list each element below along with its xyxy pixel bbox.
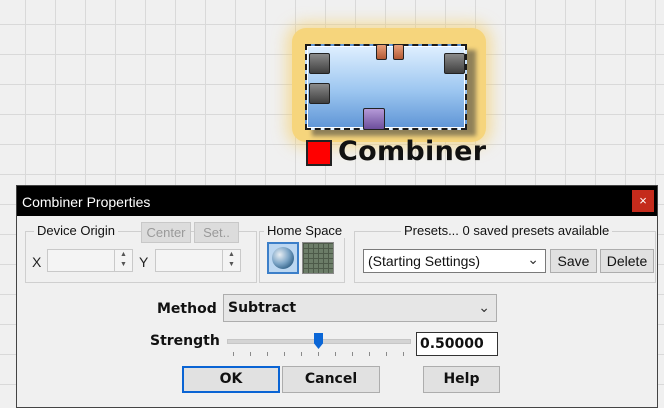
properties-dialog: Combiner Properties × Device Origin Cent… xyxy=(16,185,658,408)
presets-label: Presets... 0 saved presets available xyxy=(401,223,613,238)
slider-tick xyxy=(267,352,268,356)
slider-tick xyxy=(335,352,336,356)
strength-value-input[interactable]: 0.50000 xyxy=(416,332,498,356)
ok-button[interactable]: OK xyxy=(182,366,280,393)
slider-tick xyxy=(369,352,370,356)
y-spinbox[interactable]: ▲ ▼ xyxy=(155,249,241,272)
save-preset-button[interactable]: Save xyxy=(550,249,597,273)
close-icon[interactable]: × xyxy=(632,190,654,212)
x-label: X xyxy=(32,254,42,270)
slider-tick xyxy=(250,352,251,356)
presets-selected-value: (Starting Settings) xyxy=(368,253,481,269)
output-port[interactable] xyxy=(444,53,465,74)
input-port-2[interactable] xyxy=(309,83,330,104)
node-status-indicator xyxy=(306,140,332,166)
method-select[interactable]: Subtract ⌄ xyxy=(223,294,497,322)
slider-tick xyxy=(403,352,404,356)
strength-label: Strength xyxy=(150,333,220,349)
center-button[interactable]: Center xyxy=(141,222,191,243)
dialog-titlebar[interactable]: Combiner Properties × xyxy=(17,186,657,216)
slider-tick xyxy=(284,352,285,356)
cancel-button[interactable]: Cancel xyxy=(282,366,380,393)
delete-preset-button[interactable]: Delete xyxy=(600,249,654,273)
home-space-label: Home Space xyxy=(264,223,346,238)
slider-tick xyxy=(301,352,302,356)
device-origin-label: Device Origin xyxy=(34,223,119,238)
y-spin-arrows-icon[interactable]: ▲ ▼ xyxy=(222,250,240,271)
slider-tick xyxy=(233,352,234,356)
chevron-down-icon: ⌄ xyxy=(478,299,490,315)
node-name-label: Combiner xyxy=(338,136,487,167)
dialog-title: Combiner Properties xyxy=(22,194,151,210)
method-selected-value: Subtract xyxy=(228,300,297,316)
method-label: Method xyxy=(157,301,217,317)
slider-tick xyxy=(352,352,353,356)
x-spin-arrows-icon[interactable]: ▲ ▼ xyxy=(114,250,132,271)
globe-icon[interactable] xyxy=(267,242,299,274)
top-port-1[interactable] xyxy=(376,44,387,60)
slider-tick xyxy=(318,352,319,356)
chevron-down-icon: ⌄ xyxy=(527,251,539,267)
input-port-1[interactable] xyxy=(309,53,330,74)
y-label: Y xyxy=(139,254,149,270)
set-button[interactable]: Set.. xyxy=(194,222,239,243)
bottom-port[interactable] xyxy=(363,108,385,130)
presets-select[interactable]: (Starting Settings) ⌄ xyxy=(363,249,546,273)
top-port-2[interactable] xyxy=(393,44,404,60)
grid-icon[interactable] xyxy=(302,242,334,274)
slider-tick xyxy=(386,352,387,356)
x-spinbox[interactable]: ▲ ▼ xyxy=(47,249,133,272)
help-button[interactable]: Help xyxy=(423,366,500,393)
strength-slider-thumb[interactable] xyxy=(314,333,323,349)
